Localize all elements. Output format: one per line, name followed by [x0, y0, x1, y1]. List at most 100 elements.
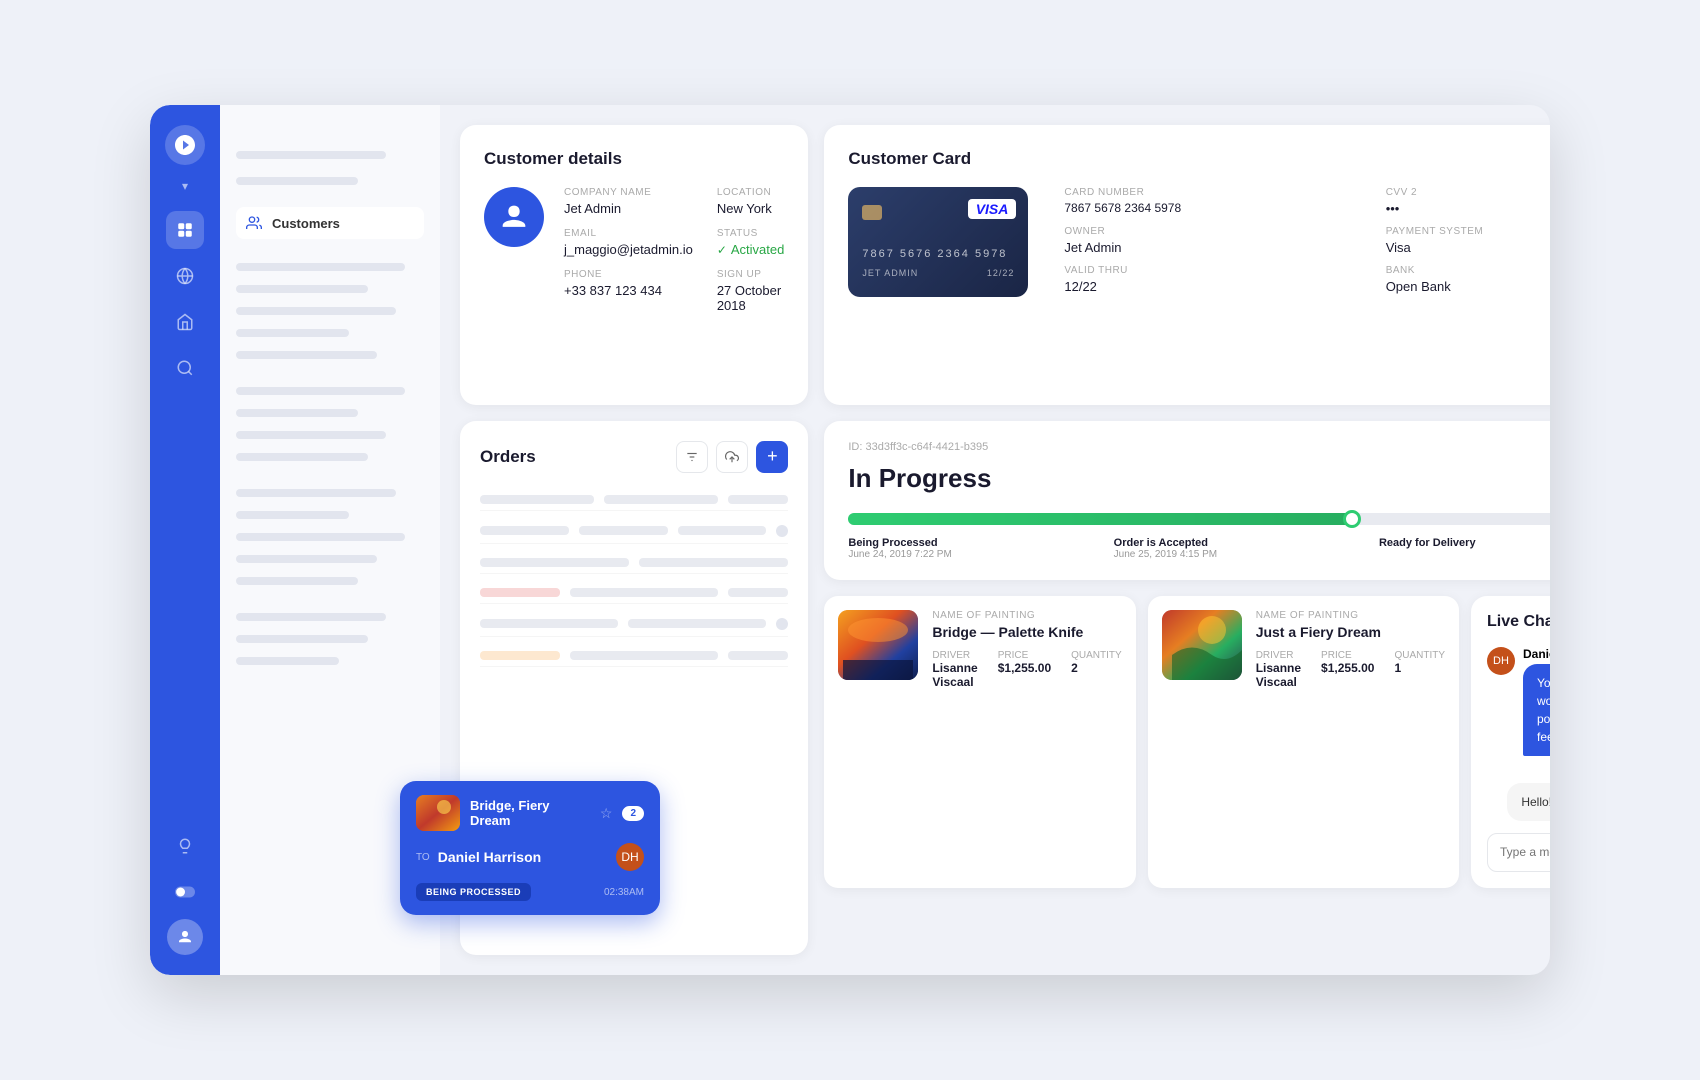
phone-label: PHONE [564, 269, 693, 280]
price-1-label: PRICE [998, 650, 1051, 661]
floating-card-title: Bridge, Fiery Dream [470, 798, 590, 828]
filter-icon [685, 450, 699, 464]
credit-card-visual: VISA 7867 5676 2364 5978 JET ADMIN 12/22 [848, 187, 1028, 297]
phone-value: +33 837 123 434 [564, 283, 693, 298]
sidebar-item-globe[interactable] [166, 257, 204, 295]
being-processed-badge: BEING PROCESSED [416, 883, 531, 901]
stage-ready-delivery: Ready for Delivery [1379, 537, 1476, 560]
table-row [480, 582, 788, 604]
sidebar-chevron: ▾ [182, 179, 188, 193]
company-name-label: COMPANY NAME [564, 187, 693, 198]
upload-button[interactable] [716, 441, 748, 473]
nav-item-customers[interactable]: Customers [236, 207, 424, 239]
painting-card-2: NAME OF PAINTING Just a Fiery Dream DRIV… [1148, 596, 1459, 888]
painting-2-name: Just a Fiery Dream [1256, 624, 1445, 640]
sidebar-logo[interactable] [165, 125, 205, 165]
painting-1-name: Bridge — Palette Knife [932, 624, 1121, 640]
chat-input-row [1487, 833, 1550, 872]
sidebar-user-avatar[interactable] [167, 919, 203, 955]
chat-message-1: DH Daniel Harrison You make really great… [1487, 647, 1550, 756]
status-label: STATUS [717, 228, 785, 239]
table-row [480, 645, 788, 667]
customer-details-title: Customer details [484, 149, 784, 169]
sidebar-item-toggle[interactable] [166, 873, 204, 911]
stage-label: Ready for Delivery [1379, 537, 1476, 549]
signup-field: SIGN UP 27 October 2018 [717, 269, 785, 313]
orders-actions: + [676, 441, 788, 473]
floating-recipient-avatar: DH [616, 843, 644, 871]
chat-sender-1: Daniel Harrison [1523, 647, 1550, 661]
painting-1-label: NAME OF PAINTING [932, 610, 1121, 621]
cvv-field: CVV 2 ••• [1386, 187, 1550, 216]
sidebar-item-dashboard[interactable] [166, 211, 204, 249]
progress-bar-fill [848, 513, 1351, 525]
visa-logo: VISA [968, 199, 1017, 219]
progress-bar [848, 513, 1550, 525]
sidebar-item-search[interactable] [166, 349, 204, 387]
card-chip [862, 205, 882, 220]
stage-label: Being Processed [848, 537, 951, 549]
price-2-value: $1,255.00 [1321, 661, 1374, 675]
stage-order-accepted: Order is Accepted June 25, 2019 4:15 PM [1114, 537, 1217, 560]
logo-icon [173, 133, 197, 157]
painting-thumb-1 [838, 610, 918, 680]
sidebar-item-bulb[interactable] [166, 827, 204, 865]
email-field: EMAIL j_maggio@jetadmin.io [564, 228, 693, 257]
nav-item-customers-label: Customers [272, 216, 340, 231]
table-row [480, 519, 788, 544]
qty-2-value: 1 [1394, 661, 1445, 675]
card-owner-field: OWNER Jet Admin [1064, 226, 1365, 255]
driver-2-label: DRIVER [1256, 650, 1301, 661]
chat-input[interactable] [1500, 845, 1550, 859]
sidebar-item-home[interactable] [166, 303, 204, 341]
customers-icon [246, 215, 262, 231]
qty-1-value: 2 [1071, 661, 1122, 675]
floating-badge: 2 [622, 806, 644, 821]
chat-avatar-daniel: DH [1487, 647, 1515, 675]
upload-icon [725, 450, 739, 464]
company-name-value: Jet Admin [564, 201, 693, 216]
signup-label: SIGN UP [717, 269, 785, 280]
valid-thru-field: VALID THRU 12/22 [1064, 265, 1365, 294]
chat-message-2: You Just Now Hello! What do you mean? 🤗 [1487, 766, 1550, 821]
stage-label: Order is Accepted [1114, 537, 1217, 549]
status-badge: Activated [717, 242, 785, 257]
floating-star-icon[interactable]: ☆ [600, 805, 613, 822]
floating-time: 02:38AM [604, 887, 644, 898]
live-chat-title: Live Chat [1487, 613, 1550, 631]
add-order-button[interactable]: + [756, 441, 788, 473]
progress-card: ID: 33d3ff3c-c64f-4421-b395 In Progress … [824, 421, 1550, 580]
bank-field: BANK Open Bank [1386, 265, 1550, 294]
filter-button[interactable] [676, 441, 708, 473]
floating-to-label: TO [416, 852, 430, 863]
location-value: New York [717, 201, 785, 216]
card-name-display: JET ADMIN 12/22 [862, 268, 1014, 278]
table-row [480, 552, 788, 574]
table-row [480, 489, 788, 511]
phone-field: PHONE +33 837 123 434 [564, 269, 693, 313]
sidebar: ▾ [150, 105, 220, 975]
progress-labels: Being Processed June 24, 2019 7:22 PM Or… [848, 537, 1550, 560]
driver-2-value: Lisanne Viscaal [1256, 661, 1301, 689]
orders-title: Orders [480, 447, 536, 467]
driver-1-label: DRIVER [932, 650, 977, 661]
floating-thumb [416, 795, 460, 831]
price-2-label: PRICE [1321, 650, 1374, 661]
email-label: EMAIL [564, 228, 693, 239]
driver-1-value: Lisanne Viscaal [932, 661, 977, 689]
customer-card-card: Customer Card VISA 7867 5676 2364 5978 J… [824, 125, 1550, 405]
floating-recipient: Daniel Harrison [438, 849, 608, 865]
location-field: LOCATION New York [717, 187, 785, 216]
progress-dot [1343, 510, 1361, 528]
qty-1-label: QUANTITY [1071, 650, 1122, 661]
chat-bubble-1: You make really great work!! Check out m… [1523, 664, 1550, 756]
card-number-display: 7867 5676 2364 5978 [862, 248, 1014, 260]
painting-card-1: NAME OF PAINTING Bridge — Palette Knife … [824, 596, 1135, 888]
order-rows [480, 489, 788, 667]
table-row [480, 612, 788, 637]
floating-order-card: Bridge, Fiery Dream ☆ 2 TO Daniel Harris… [400, 781, 660, 915]
painting-2-label: NAME OF PAINTING [1256, 610, 1445, 621]
location-label: LOCATION [717, 187, 785, 198]
customer-details-card: Customer details COMPANY NAME Jet Admin … [460, 125, 808, 405]
order-status-title: In Progress [848, 463, 991, 494]
